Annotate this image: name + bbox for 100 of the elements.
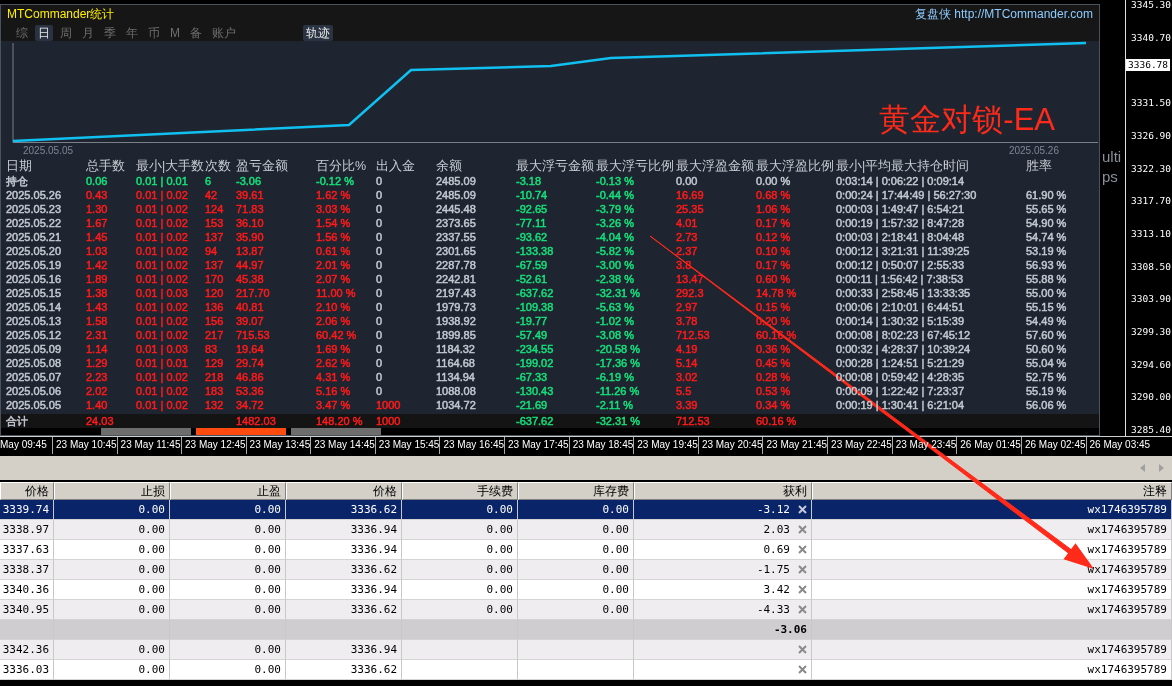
trade-row[interactable]: 3339.74 0.00 0.00 3336.62 0.00 0.00 -3.12 wx1746395789 [0,500,1172,520]
column-header[interactable]: 价格 [0,482,54,500]
stats-cell: 0:00:19 | 1:57:32 | 8:47:28 [836,216,965,230]
column-header[interactable]: 注释 [812,482,1172,500]
stats-cell: 0.00 % [756,174,791,188]
stats-cell: 1.42 [86,258,108,272]
stats-cell: 19.64 [236,342,264,356]
stats-cell: 1482.03 [236,414,276,428]
stats-cell: -3.18 [516,174,542,188]
stats-cell: 36.10 [236,216,264,230]
column-header[interactable]: 止损 [54,482,170,500]
stats-cell: 2.73 [676,230,698,244]
column-header[interactable]: 价格 [286,482,402,500]
website-link[interactable]: 复盘侠 http://MTCommander.com [914,6,1093,24]
stats-cell: 715.53 [236,328,270,342]
stats-cell: 0.01 | 0.03 [136,342,188,356]
stats-cell: 0 [376,370,383,384]
scroll-right-icon[interactable] [1159,464,1164,472]
table-cell-text: 0.00 [254,602,281,618]
period-tab[interactable]: 日 [35,24,53,41]
stats-cell: 0.43 [86,188,108,202]
stats-cell: 2.02 [86,384,108,398]
stats-cell: 1.03 [86,244,108,258]
column-header: 出入金 [376,158,415,174]
stats-cell: 136 [205,300,224,314]
stats-cell: 0.10 % [756,244,791,258]
table-cell-text: 3340.95 [2,602,49,618]
view-tab[interactable]: 轨迹 [303,24,333,41]
trade-row[interactable]: -3.06 [0,620,1172,640]
column-header[interactable]: 获利 [634,482,812,500]
column-header[interactable]: 手续费 [402,482,518,500]
table-cell-text: 0.00 [254,562,281,578]
table-cell-text: 0.00 [486,502,513,518]
stats-cell: 55.88 % [1026,272,1067,286]
column-header[interactable]: 库存费 [518,482,634,500]
stats-cell: 1.67 [86,216,108,230]
stats-cell: 0:00:19 | 1:30:41 | 6:21:04 [836,398,965,412]
period-tab[interactable]: 月 [79,24,97,41]
table-cell-text: 0.00 [254,522,281,538]
stats-cell: 39.61 [236,188,264,202]
stats-cell: 0.01 | 0.02 [136,216,188,230]
stats-cell: 1.58 [86,314,108,328]
time-label: May 09:45 [0,438,48,452]
stats-cell: 1164.68 [436,356,475,370]
trade-row[interactable]: 3340.95 0.00 0.00 3336.62 0.00 0.00 -4.33 wx1746395789 [0,600,1172,620]
column-header: 余额 [436,158,462,174]
stats-cell: 14.78 % [756,286,797,300]
stats-cell: 0:00:06 | 2:10:01 | 6:44:51 [836,300,965,314]
table-cell-text: 3336.62 [350,602,397,618]
trade-row[interactable]: 3338.97 0.00 0.00 3336.94 0.00 0.00 2.03 wx1746395789 [0,520,1172,540]
table-cell-text: 0.00 [138,662,165,678]
period-tab[interactable]: 综 [13,24,31,41]
stats-cell: 0.01 | 0.02 [136,328,188,342]
stats-cell: 0 [376,216,383,230]
stats-cell: 132 [205,398,224,412]
chart-overlay-title: 黄金对锁-EA [879,101,1055,139]
stats-cell: 2485.09 [436,174,476,188]
stats-cell: 0.17 % [756,216,791,230]
stats-cell: -32.31 % [596,414,641,428]
stats-cell: 2025.05.05 [6,398,62,412]
stats-cell: 25.35 [676,202,704,216]
period-tab[interactable]: 年 [123,24,141,41]
stats-cell: 1.40 [86,398,108,412]
time-label: 23 May 22:45 [827,437,892,454]
stats-cell: 124 [205,202,224,216]
period-tab[interactable]: M [167,24,183,41]
table-cell-text: wx1746395789 [1087,602,1167,618]
stats-cell: 0 [376,384,383,398]
close-icon[interactable] [798,505,807,514]
trade-row[interactable]: 3338.37 0.00 0.00 3336.62 0.00 0.00 -1.75 wx1746395789 [0,560,1172,580]
period-tab[interactable]: 季 [101,24,119,41]
stats-cell: 0.01 | 0.02 [136,384,188,398]
stats-cell: 13.87 [236,244,264,258]
table-cell-text: 0.00 [254,502,281,518]
stats-cell: 0.01 | 0.02 [136,258,188,272]
trade-row[interactable]: 3336.03 0.00 0.00 3336.62 wx1746395789 [0,660,1172,680]
stats-cell: 3.02 [676,370,698,384]
period-tab[interactable]: 账户 [209,24,239,41]
column-header[interactable]: 止盈 [170,482,286,500]
period-tab[interactable]: 备 [187,24,205,41]
stats-cell: 5.16 % [316,384,351,398]
scroll-left-icon[interactable] [1140,464,1145,472]
stats-cell: 0.01 | 0.02 [136,398,188,412]
stats-cell: 2025.05.19 [6,258,62,272]
stats-cell: 0 [376,174,383,188]
stats-cell: 1979.73 [436,300,476,314]
stats-cell: 1.43 [86,300,108,314]
period-tab[interactable]: 周 [57,24,75,41]
table-cell-text: 0.00 [486,602,513,618]
stats-cell: -10.74 [516,188,548,202]
stats-cell: 4.19 [676,342,698,356]
period-tab[interactable]: 币 [145,24,163,41]
stats-cell: 40.81 [236,300,264,314]
trade-row[interactable]: 3342.36 0.00 0.00 3336.94 wx1746395789 [0,640,1172,660]
stats-cell: 54.74 % [1026,230,1067,244]
stats-cell: 2301.65 [436,244,476,258]
table-cell-text: 0.00 [254,582,281,598]
table-cell-text: 3336.62 [350,502,397,518]
table-cell-text: 3340.36 [2,582,49,598]
table-cell-text: 0.00 [138,542,165,558]
